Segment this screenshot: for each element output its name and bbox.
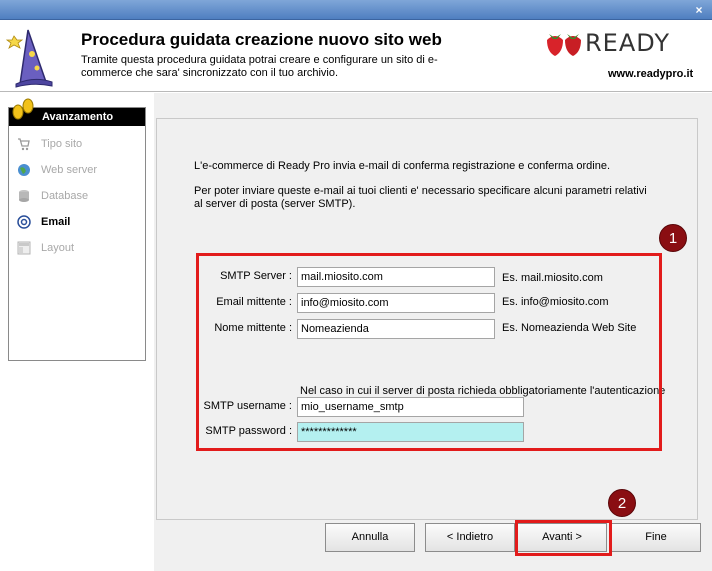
back-button[interactable]: < Indietro (425, 523, 515, 552)
sidebar: Avanzamento Tipo sito Web server Databas… (0, 93, 154, 571)
annotation-badge-2: 2 (608, 489, 636, 517)
layout-icon (17, 241, 31, 255)
page-description: Tramite questa procedura guidata potrai … (81, 54, 438, 79)
footsteps-icon (12, 98, 34, 120)
globe-icon (18, 164, 30, 176)
sidebar-item-label: Database (41, 190, 89, 202)
database-icon (19, 190, 29, 202)
sidebar-item-label: Email (41, 216, 71, 228)
sidebar-item-label: Web server (41, 164, 98, 176)
sidebar-item-tipo-sito: Tipo sito (17, 136, 143, 154)
sidebar-item-label: Layout (41, 242, 75, 254)
window-titlebar: × (0, 0, 712, 20)
page-title: Procedura guidata creazione nuovo sito w… (81, 30, 442, 49)
next-button-highlight (515, 520, 612, 556)
sidebar-item-layout: Layout (17, 240, 143, 258)
finish-button[interactable]: Fine (611, 523, 701, 552)
cart-icon (18, 138, 30, 151)
main-content: L'e-commerce di Ready Pro invia e-mail d… (154, 93, 712, 571)
close-icon[interactable]: × (693, 4, 705, 16)
fields-highlight-box (196, 253, 662, 451)
at-icon (17, 215, 31, 229)
wizard-header: Procedura guidata creazione nuovo sito w… (0, 20, 712, 92)
intro-text-2: Per poter inviare queste e-mail ai tuoi … (194, 185, 647, 210)
site-url: www.readypro.it (608, 68, 694, 80)
sidebar-item-web-server: Web server (17, 162, 143, 180)
annotation-badge-1: 1 (659, 224, 687, 252)
intro-text-1: L'e-commerce di Ready Pro invia e-mail d… (194, 160, 611, 172)
sidebar-item-email: Email (17, 214, 143, 232)
sidebar-item-label: Tipo sito (41, 138, 83, 150)
progress-panel: Avanzamento Tipo sito Web server Databas… (8, 107, 146, 361)
logo-text: READY (585, 29, 671, 57)
cancel-button[interactable]: Annulla (325, 523, 415, 552)
sidebar-item-database: Database (17, 188, 143, 206)
wizard-hat-icon (6, 29, 53, 88)
